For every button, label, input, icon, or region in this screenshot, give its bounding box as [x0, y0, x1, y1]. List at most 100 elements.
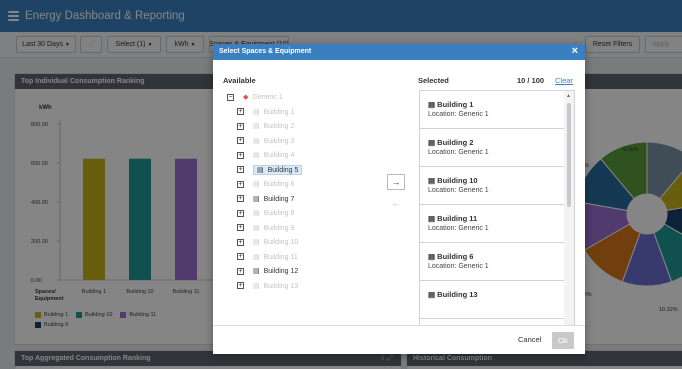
expand-icon[interactable]: + — [237, 195, 244, 203]
expand-icon[interactable]: + — [237, 166, 244, 174]
building-icon: ▤ — [428, 290, 438, 299]
location-icon: ◆ — [243, 94, 249, 102]
selected-list: ▤ Building 1 Location: Generic 1 ▤ Buildin… — [419, 90, 575, 342]
tree-item-label[interactable]: ▤ Building 8 — [253, 209, 294, 217]
expand-icon[interactable]: + — [237, 151, 244, 159]
expand-icon[interactable]: + — [237, 137, 244, 145]
building-icon: ▤ — [253, 210, 260, 218]
selected-item-text: Building 1 — [437, 100, 474, 109]
building-icon: ▤ — [428, 100, 438, 109]
tree-item-text: Building 7 — [263, 195, 295, 203]
tree-item-label[interactable]: ▤ Building 5 — [253, 164, 303, 175]
tree-item[interactable]: + ▤ Building 11 — [227, 250, 377, 265]
select-spaces-modal: Select Spaces & Equipment × Available − ◆… — [213, 44, 585, 354]
available-tree: − ◆ Generic 1 + ▤ Building 1 + ▤ Building 2 + ▤ Bui… — [227, 90, 377, 338]
selected-count: 10 / 100 — [517, 76, 545, 85]
tree-item[interactable]: + ▤ Building 2 — [227, 119, 377, 134]
tree-item-label[interactable]: ▤ Building 1 — [253, 108, 294, 116]
tree-item-label[interactable]: ▤ Building 7 — [253, 195, 294, 203]
selected-item-name: ▤ Building 1 — [428, 100, 564, 109]
building-icon: ▤ — [253, 152, 260, 160]
tree-item-label[interactable]: ▤ Building 9 — [253, 224, 294, 232]
tree-item-label[interactable]: ▤ Building 3 — [253, 137, 294, 145]
tree-item[interactable]: + ▤ Building 1 — [227, 105, 377, 120]
tree-item-text: Building 11 — [263, 253, 298, 261]
building-icon: ▤ — [428, 138, 438, 147]
selected-item[interactable]: ▤ Building 10 Location: Generic 1 — [420, 167, 564, 205]
scroll-up-icon[interactable]: ▲ — [566, 93, 571, 99]
selected-item[interactable]: ▤ Building 1 Location: Generic 1 — [420, 91, 564, 129]
expand-icon[interactable]: + — [237, 282, 244, 290]
tree-item-label[interactable]: ▤ Building 13 — [253, 282, 298, 290]
building-icon: ▤ — [253, 195, 260, 203]
tree-item-text: Building 3 — [263, 137, 295, 145]
building-icon: ▤ — [253, 137, 260, 145]
tree-item[interactable]: + ▤ Building 3 — [227, 134, 377, 149]
collapse-icon[interactable]: − — [227, 93, 234, 101]
available-title: Available — [223, 76, 256, 85]
tree-item[interactable]: + ▤ Building 12 — [227, 264, 377, 279]
scroll-thumb[interactable] — [567, 103, 571, 207]
selected-item-text: Building 11 — [437, 214, 478, 223]
selected-item-location: Location: Generic 1 — [428, 111, 489, 118]
selected-item-text: Building 13 — [437, 290, 478, 299]
tree-item[interactable]: + ▤ Building 13 — [227, 279, 377, 294]
selected-item-text: Building 10 — [437, 176, 478, 185]
tree-root-label: Generic 1 — [252, 93, 283, 101]
selected-item-name: ▤ Building 11 — [428, 214, 564, 223]
building-icon: ▤ — [253, 181, 260, 189]
tree-item-label[interactable]: ▤ Building 2 — [253, 122, 294, 130]
selected-item[interactable]: ▤ Building 13 — [420, 281, 564, 319]
selected-item-name: ▤ Building 2 — [428, 138, 564, 147]
clear-link[interactable]: Clear — [555, 76, 573, 85]
selected-item-name: ▤ Building 10 — [428, 176, 564, 185]
building-icon: ▤ — [257, 166, 264, 174]
tree-item-text: Building 8 — [263, 210, 295, 218]
tree-item-label[interactable]: ▤ Building 11 — [253, 253, 298, 261]
building-icon: ▤ — [428, 252, 438, 261]
selected-item-location: Location: Generic 1 — [428, 187, 489, 194]
tree-item-label[interactable]: ▤ Building 10 — [253, 238, 298, 246]
expand-icon[interactable]: + — [237, 267, 244, 275]
expand-icon[interactable]: + — [237, 209, 244, 217]
tree-item[interactable]: + ▤ Building 5 — [227, 163, 377, 178]
move-right-button[interactable]: → — [387, 174, 405, 190]
expand-icon[interactable]: + — [237, 253, 244, 261]
tree-item-text: Building 9 — [263, 224, 295, 232]
selected-title: Selected — [418, 76, 449, 85]
tree-item-text: Building 10 — [263, 239, 299, 247]
cancel-button[interactable]: Cancel — [518, 335, 541, 344]
modal-title: Select Spaces & Equipment — [219, 48, 312, 55]
ok-button[interactable]: Ok — [552, 332, 574, 349]
scrollbar[interactable]: ▲ ▼ — [564, 91, 574, 341]
tree-item[interactable]: + ▤ Building 9 — [227, 221, 377, 236]
tree-item-label[interactable]: ▤ Building 12 — [253, 267, 298, 275]
building-icon: ▤ — [428, 176, 438, 185]
selected-item[interactable]: ▤ Building 2 Location: Generic 1 — [420, 129, 564, 167]
expand-icon[interactable]: + — [237, 122, 244, 130]
move-left-button[interactable]: ← — [387, 195, 405, 211]
selected-item-location: Location: Generic 1 — [428, 263, 489, 270]
tree-item-text: Building 13 — [263, 282, 299, 290]
tree-item[interactable]: + ▤ Building 8 — [227, 206, 377, 221]
tree-item[interactable]: + ▤ Building 10 — [227, 235, 377, 250]
building-icon: ▤ — [253, 253, 260, 261]
expand-icon[interactable]: + — [237, 238, 244, 246]
tree-item-label[interactable]: ▤ Building 4 — [253, 151, 294, 159]
tree-item-text: Building 6 — [263, 181, 295, 189]
tree-item-label[interactable]: ▤ Building 6 — [253, 180, 294, 188]
modal-header: Select Spaces & Equipment × — [213, 44, 585, 60]
building-icon: ▤ — [253, 268, 260, 276]
selected-item[interactable]: ▤ Building 6 Location: Generic 1 — [420, 243, 564, 281]
close-icon[interactable]: × — [572, 45, 578, 57]
selected-item-name: ▤ Building 13 — [428, 290, 564, 299]
selected-item[interactable]: ▤ Building 11 Location: Generic 1 — [420, 205, 564, 243]
expand-icon[interactable]: + — [237, 108, 244, 116]
tree-item[interactable]: + ▤ Building 6 — [227, 177, 377, 192]
tree-item[interactable]: + ▤ Building 7 — [227, 192, 377, 207]
selected-item-text: Building 2 — [437, 138, 474, 147]
tree-item[interactable]: + ▤ Building 4 — [227, 148, 377, 163]
expand-icon[interactable]: + — [237, 180, 244, 188]
building-icon: ▤ — [253, 123, 260, 131]
expand-icon[interactable]: + — [237, 224, 244, 232]
